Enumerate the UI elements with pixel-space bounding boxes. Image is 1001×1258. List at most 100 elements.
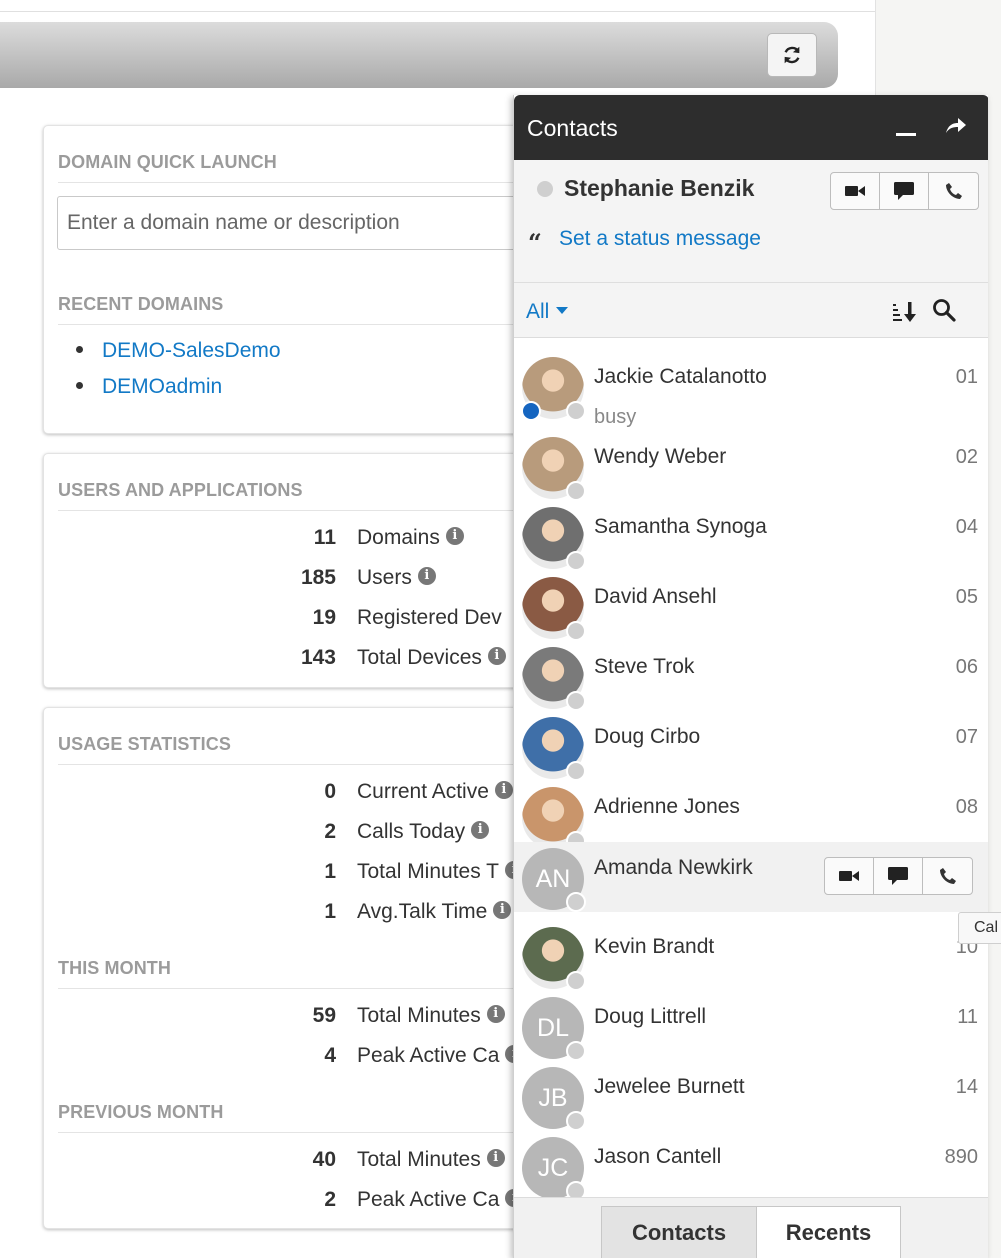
stat-label: Users i bbox=[357, 566, 436, 590]
contact-row[interactable]: AN Amanda Newkirk bbox=[514, 842, 988, 912]
contact-row[interactable]: Adrienne Jones 08 bbox=[514, 781, 988, 851]
presence-dot bbox=[566, 551, 586, 571]
contact-extension: 08 bbox=[955, 796, 978, 818]
chat-button[interactable] bbox=[880, 173, 929, 209]
stat-value: 1 bbox=[324, 900, 336, 923]
tooltip: Cal bbox=[958, 912, 1001, 944]
contact-row[interactable]: Kevin Brandt 10 bbox=[514, 921, 988, 991]
contact-row[interactable]: David Ansehl 05 bbox=[514, 571, 988, 641]
domain-search-input[interactable] bbox=[57, 196, 577, 250]
recent-domain-label: DEMO-SalesDemo bbox=[102, 339, 281, 362]
contact-name: Kevin Brandt bbox=[594, 935, 715, 958]
presence-dot bbox=[566, 401, 586, 421]
stat-value: 40 bbox=[312, 1148, 336, 1171]
presence-dot bbox=[566, 481, 586, 501]
info-icon[interactable]: i bbox=[417, 567, 436, 586]
recent-domain-link[interactable]: DEMO-SalesDemo bbox=[76, 339, 281, 363]
avatar-initials: AN bbox=[535, 864, 571, 893]
info-icon[interactable]: i bbox=[486, 1005, 505, 1024]
chat-button[interactable] bbox=[874, 858, 923, 894]
card-title: USAGE STATISTICS bbox=[58, 734, 231, 754]
stat-value: 11 bbox=[313, 526, 336, 549]
stat-label-text: Total Minutes bbox=[357, 1148, 481, 1171]
refresh-button[interactable] bbox=[767, 33, 817, 77]
contact-name: Amanda Newkirk bbox=[594, 856, 753, 879]
video-camera-icon bbox=[839, 871, 859, 881]
quote-icon: “ bbox=[528, 228, 542, 257]
presence-dot bbox=[566, 971, 586, 991]
contact-name: Samantha Synoga bbox=[594, 515, 767, 538]
stat-value: 143 bbox=[300, 646, 336, 669]
video-camera-icon bbox=[845, 186, 865, 196]
contact-row[interactable]: JC Jason Cantell 890 bbox=[514, 1131, 988, 1201]
stat-label-text: Avg.Talk Time bbox=[357, 900, 488, 923]
bullet bbox=[76, 381, 83, 389]
info-icon[interactable]: i bbox=[445, 527, 464, 546]
stat-label: Total Devices i bbox=[357, 646, 506, 670]
stat-label: Calls Today i bbox=[357, 820, 490, 844]
stat-label-text: Peak Active Ca bbox=[357, 1044, 500, 1067]
contact-row[interactable]: Wendy Weber 02 bbox=[514, 431, 988, 501]
stat-label: Total Minutes Ti bbox=[357, 860, 524, 884]
phone-call-button[interactable] bbox=[929, 173, 978, 209]
search-icon[interactable] bbox=[932, 298, 956, 322]
my-presence-dot bbox=[537, 181, 553, 197]
stat-label-text: Total Devices bbox=[357, 646, 482, 669]
stat-value: 59 bbox=[312, 1004, 336, 1027]
contact-name: Jackie Catalanotto bbox=[594, 365, 767, 388]
chat-bubble-icon bbox=[894, 182, 914, 200]
stat-label: Domains i bbox=[357, 526, 464, 550]
contact-row[interactable]: Samantha Synoga 04 bbox=[514, 501, 988, 571]
contact-row[interactable]: Steve Trok 06 bbox=[514, 641, 988, 711]
contacts-title: Contacts bbox=[527, 115, 618, 141]
header-bar bbox=[0, 22, 838, 88]
sort-icon[interactable] bbox=[892, 300, 918, 322]
info-icon[interactable]: i bbox=[493, 901, 512, 920]
contact-row[interactable]: DL Doug Littrell 11 bbox=[514, 991, 988, 1061]
contact-name: Jewelee Burnett bbox=[594, 1075, 745, 1098]
contact-row[interactable]: JB Jewelee Burnett 14 bbox=[514, 1061, 988, 1131]
stat-value: 1 bbox=[324, 860, 336, 883]
stat-value: 2 bbox=[324, 1188, 336, 1211]
filter-dropdown[interactable]: All bbox=[526, 300, 569, 324]
minimize-icon[interactable] bbox=[896, 133, 916, 136]
tab-contacts[interactable]: Contacts bbox=[601, 1206, 757, 1258]
stat-label: Avg.Talk Time i bbox=[357, 900, 512, 924]
recent-domains-title: RECENT DOMAINS bbox=[58, 294, 224, 314]
card-title: DOMAIN QUICK LAUNCH bbox=[58, 152, 277, 172]
video-call-button[interactable] bbox=[825, 858, 874, 894]
popout-arrow-icon[interactable] bbox=[944, 115, 968, 137]
contact-action-buttons bbox=[824, 857, 973, 895]
stat-label-text: Total Minutes bbox=[357, 1004, 481, 1027]
contact-row[interactable]: Doug Cirbo 07 bbox=[514, 711, 988, 781]
stat-label-text: Domains bbox=[357, 526, 440, 549]
contact-extension: 890 bbox=[944, 1146, 978, 1168]
contact-status: busy bbox=[594, 406, 637, 428]
stat-label: Current Active i bbox=[357, 780, 513, 804]
info-icon[interactable]: i bbox=[494, 781, 513, 800]
phone-call-button[interactable] bbox=[923, 858, 972, 894]
contact-name: Doug Cirbo bbox=[594, 725, 701, 748]
info-icon[interactable]: i bbox=[487, 647, 506, 666]
contact-extension: 07 bbox=[955, 726, 978, 748]
tab-recents[interactable]: Recents bbox=[756, 1206, 901, 1258]
stat-label: Peak Active Cai bbox=[357, 1188, 524, 1212]
contact-name: Doug Littrell bbox=[594, 1005, 707, 1028]
contact-extension: 05 bbox=[955, 586, 978, 608]
video-call-button[interactable] bbox=[831, 173, 880, 209]
contact-name: Adrienne Jones bbox=[594, 795, 740, 818]
stat-label: Peak Active Cai bbox=[357, 1044, 524, 1068]
refresh-icon bbox=[784, 46, 800, 64]
contacts-footer: Contacts Recents bbox=[514, 1197, 988, 1258]
bullet bbox=[76, 345, 83, 353]
info-icon[interactable]: i bbox=[486, 1149, 505, 1168]
recent-domain-link[interactable]: DEMOadmin bbox=[76, 375, 222, 399]
chat-bubble-icon bbox=[888, 867, 908, 885]
stat-label: Registered Dev bbox=[357, 606, 502, 630]
contact-row[interactable]: busy Jackie Catalanotto 01 bbox=[514, 351, 988, 428]
info-icon[interactable]: i bbox=[471, 821, 490, 840]
stat-value: 19 bbox=[312, 606, 336, 629]
set-status-link[interactable]: Set a status message bbox=[559, 227, 761, 251]
my-action-buttons bbox=[830, 172, 979, 210]
stat-label: Total Minutes i bbox=[357, 1148, 505, 1172]
